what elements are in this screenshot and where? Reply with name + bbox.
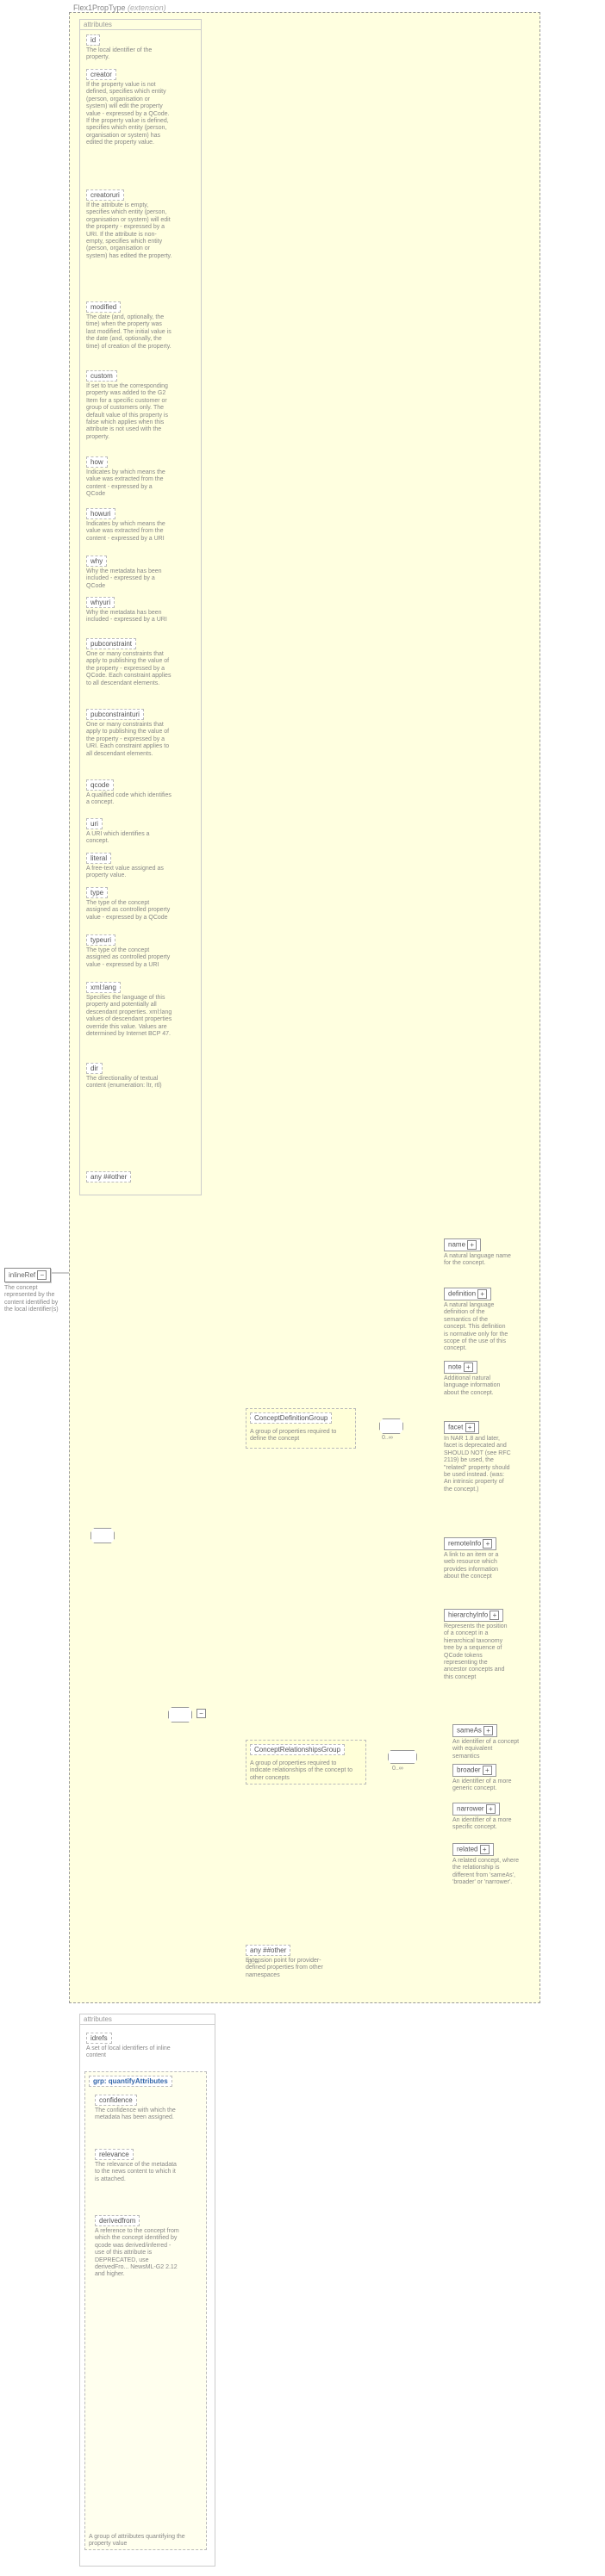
attr-id: idThe local identifier of the property. — [86, 34, 172, 62]
attr-type: typeThe type of the concept assigned as … — [86, 887, 172, 922]
rel-child-broader[interactable]: broader +An identifier of a more generic… — [452, 1764, 520, 1793]
concept-rel-label: ConceptRelationshipsGroup — [250, 1744, 345, 1755]
def-child-remoteInfo[interactable]: remoteInfo +A link to an item or a web r… — [444, 1537, 511, 1581]
attr-custom: customIf set to true the corresponding p… — [86, 370, 172, 441]
attr-uri: uriA URI which identifies a concept. — [86, 818, 172, 846]
sequence-inner[interactable]: − — [168, 1707, 192, 1723]
def-child-note[interactable]: note +Additional natural language inform… — [444, 1361, 511, 1397]
quantify-group-box — [84, 2071, 207, 2550]
rel-child-narrower[interactable]: narrower +An identifier of a more specif… — [452, 1803, 520, 1832]
attr-qcode: qcodeA qualified code which identifies a… — [86, 779, 172, 807]
attr-pubconstrainturi: pubconstrainturiOne or many constraints … — [86, 709, 172, 758]
attr-modified: modifiedThe date (and, optionally, the t… — [86, 301, 172, 351]
attributes-title: attributes — [80, 20, 201, 30]
diagram-root: Flex1PropType (extension) inlineRef − Th… — [0, 0, 605, 2576]
collapse-icon[interactable]: − — [196, 1709, 206, 1718]
attr-why: whyWhy the metadata has been included - … — [86, 556, 172, 590]
attr-pubconstraint: pubconstraintOne or many constraints tha… — [86, 638, 172, 687]
def-child-facet[interactable]: facet +In NAR 1.8 and later, facet is de… — [444, 1421, 511, 1493]
attr-typeuri: typeuriThe type of the concept assigned … — [86, 934, 172, 969]
root-desc: The concept represented by the content i… — [4, 1285, 66, 1314]
attr2-confidence: confidenceThe confidence with which the … — [95, 2095, 181, 2122]
attr-literal: literalA free-text value assigned as pro… — [86, 853, 172, 880]
attr-howuri: howuriIndicates by which means the value… — [86, 508, 172, 543]
rel-child-sameAs[interactable]: sameAs +An identifier of a concept with … — [452, 1724, 520, 1760]
attr-how: howIndicates by which means the value wa… — [86, 456, 172, 499]
def-child-definition[interactable]: definition +A natural language definitio… — [444, 1288, 511, 1353]
def-child-name[interactable]: name +A natural language name for the co… — [444, 1238, 511, 1268]
attr2-derivedfrom: derivedfromA reference to the concept fr… — [95, 2215, 181, 2279]
collapse-icon[interactable]: − — [37, 1270, 47, 1280]
any-other-attr: any ##other — [86, 1171, 131, 1182]
attr-creatoruri: creatoruriIf the attribute is empty, spe… — [86, 189, 172, 260]
type-label: Flex1PropType (extension) — [73, 3, 166, 12]
quantify-group-label: grp: quantifyAttributes — [89, 2076, 172, 2087]
inline-ref-element[interactable]: inlineRef − — [4, 1268, 51, 1282]
attr-dir: dirThe directionality of textual content… — [86, 1063, 172, 1090]
attr-whyuri: whyuriWhy the metadata has been included… — [86, 597, 172, 624]
attr-creator: creatorIf the property value is not defi… — [86, 69, 172, 147]
concept-def-label: ConceptDefinitionGroup — [250, 1412, 332, 1424]
rel-choice[interactable] — [388, 1750, 417, 1764]
attr2-relevance: relevanceThe relevance of the metadata t… — [95, 2149, 181, 2183]
sequence-root[interactable] — [90, 1528, 115, 1543]
def-sequence[interactable] — [379, 1418, 403, 1434]
rel-child-related[interactable]: related +A related concept, where the re… — [452, 1843, 520, 1887]
idrefs-attr: idrefs A set of local identifiers of inl… — [86, 2033, 172, 2060]
attr-xml:lang: xml:langSpecifies the language of this p… — [86, 982, 172, 1038]
def-child-hierarchyInfo[interactable]: hierarchyInfo +Represents the position o… — [444, 1609, 511, 1681]
